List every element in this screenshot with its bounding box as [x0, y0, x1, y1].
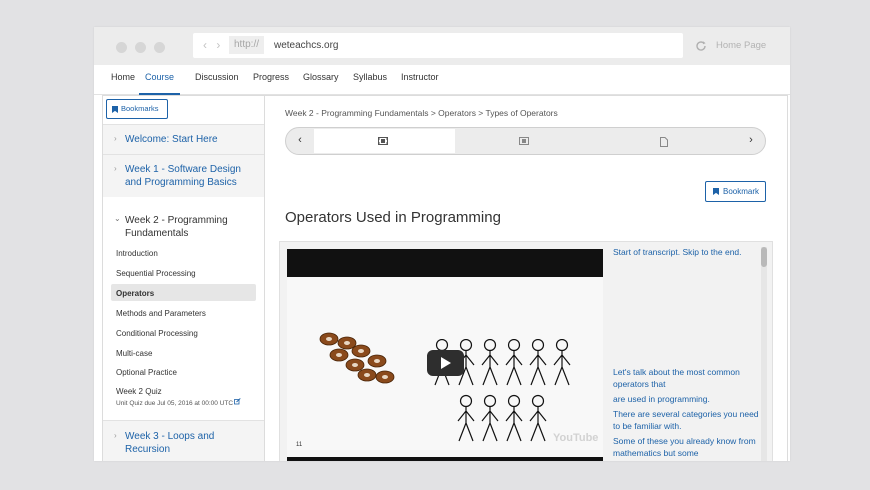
- video-time: 11: [296, 442, 303, 448]
- video-letterbox-bottom: [287, 457, 603, 461]
- course-frame: Bookmarks › Welcome: Start Here › Week 1…: [102, 95, 788, 461]
- sidebar-item-introduction[interactable]: Introduction: [116, 249, 158, 258]
- transcript-scrollbar[interactable]: [761, 247, 767, 461]
- bookmark-icon: [713, 188, 719, 195]
- sidebar-item-operators[interactable]: Operators: [116, 289, 154, 298]
- sidebar-item-week-2-quiz[interactable]: Week 2 Quiz: [116, 387, 162, 396]
- sequence-item-2[interactable]: [455, 129, 596, 153]
- window-maximize-dot[interactable]: [154, 42, 165, 53]
- tab-home[interactable]: Home: [111, 72, 135, 95]
- transcript-line[interactable]: Let's talk about the most common operato…: [613, 366, 759, 390]
- previous-unit-button[interactable]: ‹: [286, 128, 314, 154]
- sidebar-item-sequential-processing[interactable]: Sequential Processing: [116, 269, 196, 278]
- browser-window: ‹ › http:// weteachcs.org Home Page Home…: [94, 27, 790, 461]
- sidebar-item-multi-case[interactable]: Multi-case: [116, 349, 152, 358]
- bookmark-button-label: Bookmark: [723, 187, 760, 196]
- section-title: Welcome: Start Here: [125, 134, 218, 145]
- course-outline-sidebar: Bookmarks › Welcome: Start Here › Week 1…: [103, 96, 265, 461]
- tab-discussion[interactable]: Discussion: [195, 72, 239, 95]
- sequence-item-1[interactable]: [314, 129, 455, 153]
- section-week-3[interactable]: › Week 3 - Loops and Recursion: [103, 420, 264, 461]
- video-icon: [519, 137, 529, 145]
- address-bar[interactable]: ‹ › http:// weteachcs.org: [193, 33, 683, 58]
- quiz-due-date: Unit Quiz due Jul 05, 2016 at 00:00 UTC: [116, 398, 241, 407]
- bookmarks-button-label: Bookmarks: [121, 104, 159, 113]
- tab-course[interactable]: Course: [139, 72, 181, 95]
- transcript-skip-link[interactable]: Start of transcript. Skip to the end.: [613, 246, 759, 258]
- bookmarks-button[interactable]: Bookmarks: [106, 99, 168, 119]
- tab-syllabus[interactable]: Syllabus: [353, 72, 387, 95]
- video-component: 11 YouTube Start of transcript. Skip to …: [279, 241, 773, 461]
- window-close-dot[interactable]: [116, 42, 127, 53]
- transcript-line[interactable]: Some of these you already know from math…: [613, 435, 759, 459]
- url-domain[interactable]: weteachcs.org: [274, 40, 338, 51]
- section-title[interactable]: Week 2 - Programming Fundamentals: [125, 214, 259, 240]
- sequence-nav: ‹ ›: [285, 127, 766, 155]
- sidebar-item-optional-practice[interactable]: Optional Practice: [116, 368, 177, 377]
- chevron-down-icon[interactable]: ⌄: [114, 214, 121, 223]
- transcript-line[interactable]: are used in programming.: [613, 393, 759, 405]
- section-week-2: ⌄ Week 2 - Programming Fundamentals Intr…: [103, 204, 264, 420]
- home-page-link[interactable]: Home Page: [716, 40, 766, 51]
- tab-glossary[interactable]: Glossary: [303, 72, 339, 95]
- unit-title: Operators Used in Programming: [285, 209, 501, 226]
- breadcrumb: Week 2 - Programming Fundamentals > Oper…: [285, 108, 558, 118]
- video-icon: [378, 137, 388, 145]
- sequence-item-3[interactable]: [596, 129, 737, 153]
- section-title: Week 3 - Loops and Recursion: [125, 431, 215, 455]
- youtube-watermark: YouTube: [553, 432, 599, 444]
- scrollbar-thumb[interactable]: [761, 247, 767, 267]
- bookmark-button[interactable]: Bookmark: [705, 181, 766, 202]
- unit-content: Week 2 - Programming Fundamentals > Oper…: [266, 96, 788, 461]
- window-minimize-dot[interactable]: [135, 42, 146, 53]
- transcript-panel: Start of transcript. Skip to the end. Le…: [613, 246, 760, 461]
- chevron-right-icon: ›: [114, 431, 117, 440]
- document-icon: [660, 137, 668, 147]
- browser-toolbar: ‹ › http:// weteachcs.org Home Page: [94, 27, 790, 65]
- tab-progress[interactable]: Progress: [253, 72, 289, 95]
- transcript-line[interactable]: There are several categories you need to…: [613, 408, 759, 432]
- section-week-1[interactable]: › Week 1 - Software Design and Programmi…: [103, 154, 264, 197]
- sidebar-item-methods-and-parameters[interactable]: Methods and Parameters: [116, 309, 206, 318]
- section-title: Week 1 - Software Design and Programming…: [125, 164, 241, 188]
- chevron-right-icon: ›: [114, 134, 117, 143]
- edit-icon: [234, 398, 241, 405]
- reload-icon[interactable]: [694, 39, 708, 53]
- sidebar-item-conditional-processing[interactable]: Conditional Processing: [116, 329, 198, 338]
- bookmark-icon: [112, 106, 118, 113]
- course-nav: Home Course Discussion Progress Glossary…: [94, 65, 790, 95]
- play-button[interactable]: [427, 350, 464, 376]
- donuts-illustration: [319, 332, 395, 384]
- chevron-right-icon: ›: [114, 164, 117, 173]
- back-forward-icon[interactable]: ‹ ›: [203, 38, 223, 52]
- next-unit-button[interactable]: ›: [737, 128, 765, 154]
- tab-instructor[interactable]: Instructor: [401, 72, 439, 95]
- section-welcome[interactable]: › Welcome: Start Here: [103, 124, 264, 154]
- url-protocol: http://: [229, 36, 265, 54]
- video-letterbox-top: [287, 249, 603, 277]
- video-player[interactable]: 11 YouTube: [287, 249, 603, 461]
